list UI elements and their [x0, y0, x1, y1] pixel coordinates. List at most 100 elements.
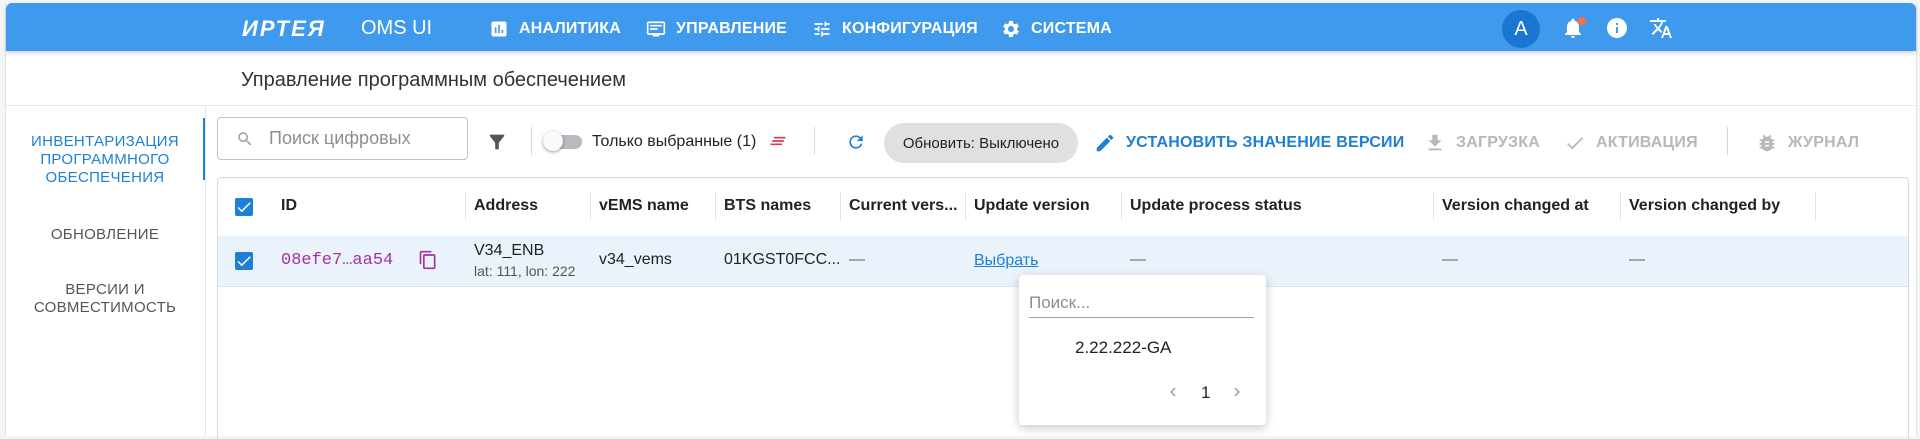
nav-analytics-label: АНАЛИТИКА [519, 20, 621, 37]
version-search-input[interactable] [1029, 289, 1254, 318]
only-selected-label: Только выбранные (1) [592, 133, 757, 150]
sidebar-item-label: ИНВЕНТАРИЗАЦИЯ [31, 133, 179, 150]
sidebar-item-label: ОБНОВЛЕНИЕ [50, 226, 160, 243]
nav-system[interactable]: СИСТЕМА [1001, 18, 1112, 40]
sidebar-item-label: ОБЕСПЕЧЕНИЯ [45, 169, 165, 186]
row-address-coords: lat: 111, lon: 222 [474, 263, 576, 279]
column-separator [465, 192, 466, 220]
upload-label: ЗАГРУЗКА [1456, 134, 1541, 151]
sidebar-item-label: СОВМЕСТИМОСТЬ [33, 299, 177, 316]
activation-button[interactable]: АКТИВАЦИЯ [1564, 132, 1698, 154]
download-icon [1428, 134, 1442, 151]
column-separator [590, 192, 591, 220]
column-separator [965, 192, 966, 220]
chevron-left-icon [1170, 387, 1176, 397]
avatar[interactable]: A [1502, 10, 1540, 48]
column-header-update-version[interactable]: Update version [974, 197, 1090, 215]
column-header-bts-names[interactable]: BTS names [724, 197, 811, 215]
filter-icon [489, 134, 505, 150]
activation-label: АКТИВАЦИЯ [1596, 134, 1698, 151]
refresh-icon [849, 135, 863, 149]
bug-icon [1759, 134, 1775, 152]
column-header-id[interactable]: ID [281, 197, 297, 215]
row-current-version: — [849, 251, 865, 268]
row-changed-at: — [1442, 251, 1458, 268]
column-separator [840, 192, 841, 220]
top-app-bar: ИРТЕЯ OMS UI АНАЛИТИКА УПРАВЛЕНИЕ КОНФИГ… [6, 3, 1916, 51]
search-field[interactable] [217, 117, 468, 160]
version-option[interactable]: 2.22.222-GA [1075, 338, 1171, 358]
clear-all-icon [770, 136, 786, 146]
column-header-vems-name[interactable]: vEMS name [599, 197, 689, 215]
auto-refresh-chip[interactable]: Обновить: Выключено [884, 123, 1078, 163]
version-select-popup: 2.22.222-GA 1 [1019, 275, 1266, 425]
column-separator [1815, 192, 1816, 220]
column-separator [1433, 192, 1434, 220]
select-version-link[interactable]: Выбрать [974, 252, 1038, 270]
gear-icon [1003, 20, 1019, 37]
column-header-current-version[interactable]: Current vers... [849, 197, 957, 215]
row-id: 08efe7…aa54 [281, 251, 394, 270]
nav-management[interactable]: УПРАВЛЕНИЕ [646, 18, 787, 40]
nav-management-label: УПРАВЛЕНИЕ [676, 20, 788, 37]
app-name: OMS UI [361, 17, 433, 39]
app-frame: ИРТЕЯ OMS UI АНАЛИТИКА УПРАВЛЕНИЕ КОНФИГ… [5, 3, 1917, 439]
search-input[interactable] [267, 127, 451, 150]
toolbar-divider [1727, 127, 1728, 155]
column-header-changed-by[interactable]: Version changed by [1629, 197, 1780, 215]
page-number: 1 [1201, 383, 1211, 402]
upload-button[interactable]: ЗАГРУЗКА [1424, 132, 1540, 154]
chevron-right-icon [1234, 387, 1240, 397]
prev-page-button[interactable] [1164, 383, 1182, 401]
nav-system-label: СИСТЕМА [1031, 20, 1112, 37]
sidebar-item-inventory[interactable]: ИНВЕНТАРИЗАЦИЯ ПРОГРАММНОГО ОБЕСПЕЧЕНИЯ [6, 133, 204, 187]
brand-logo[interactable]: ИРТЕЯ [242, 16, 326, 42]
log-button[interactable]: ЖУРНАЛ [1756, 132, 1859, 154]
info-icon [1607, 18, 1627, 38]
tune-icon [814, 21, 830, 37]
row-checkbox[interactable] [235, 252, 253, 270]
row-update-status: — [1130, 251, 1146, 268]
refresh-button[interactable] [846, 132, 866, 157]
check-icon [237, 202, 251, 213]
notification-badge [1578, 17, 1586, 25]
filter-button[interactable] [486, 131, 508, 158]
log-label: ЖУРНАЛ [1788, 134, 1860, 151]
row-bts-names: 01KGST0FCC... [724, 251, 841, 268]
sidebar-item-label: ВЕРСИИ И [65, 281, 145, 298]
select-all-checkbox[interactable] [235, 198, 253, 216]
sidebar-item-update[interactable]: ОБНОВЛЕНИЕ [6, 226, 204, 244]
notifications-button[interactable] [1561, 16, 1586, 40]
pencil-icon [1096, 134, 1114, 152]
analytics-icon [491, 21, 507, 37]
management-icon [646, 21, 666, 37]
language-button[interactable] [1649, 16, 1673, 40]
table-header: ID Address vEMS name BTS names Current v… [218, 178, 1908, 237]
column-header-update-status[interactable]: Update process status [1130, 197, 1302, 215]
copy-id-button[interactable] [418, 250, 438, 275]
check-icon [237, 256, 251, 267]
toolbar-divider [814, 127, 815, 155]
column-header-changed-at[interactable]: Version changed at [1442, 197, 1589, 215]
sidebar-item-label: ПРОГРАММНОГО [40, 151, 170, 168]
search-icon [238, 131, 252, 145]
row-changed-by: — [1629, 251, 1645, 268]
toggle-knob[interactable] [543, 131, 563, 151]
column-separator [1620, 192, 1621, 220]
set-version-label: УСТАНОВИТЬ ЗНАЧЕНИЕ ВЕРСИИ [1126, 134, 1405, 151]
column-separator [715, 192, 716, 220]
check-icon [1567, 137, 1584, 150]
nav-configuration[interactable]: КОНФИГУРАЦИЯ [812, 18, 978, 40]
sidebar-divider [205, 106, 206, 436]
nav-configuration-label: КОНФИГУРАЦИЯ [842, 20, 978, 37]
column-header-address[interactable]: Address [474, 197, 538, 215]
column-separator [1121, 192, 1122, 220]
nav-analytics[interactable]: АНАЛИТИКА [489, 18, 621, 40]
info-button[interactable] [1605, 16, 1629, 40]
set-version-button[interactable]: УСТАНОВИТЬ ЗНАЧЕНИЕ ВЕРСИИ [1094, 132, 1404, 154]
clear-selection-button[interactable] [768, 131, 788, 156]
page-title: Управление программным обеспечением [241, 69, 626, 91]
row-vems-name: v34_vems [599, 251, 672, 268]
sidebar-item-versions[interactable]: ВЕРСИИ И СОВМЕСТИМОСТЬ [6, 281, 204, 317]
next-page-button[interactable] [1228, 383, 1246, 401]
